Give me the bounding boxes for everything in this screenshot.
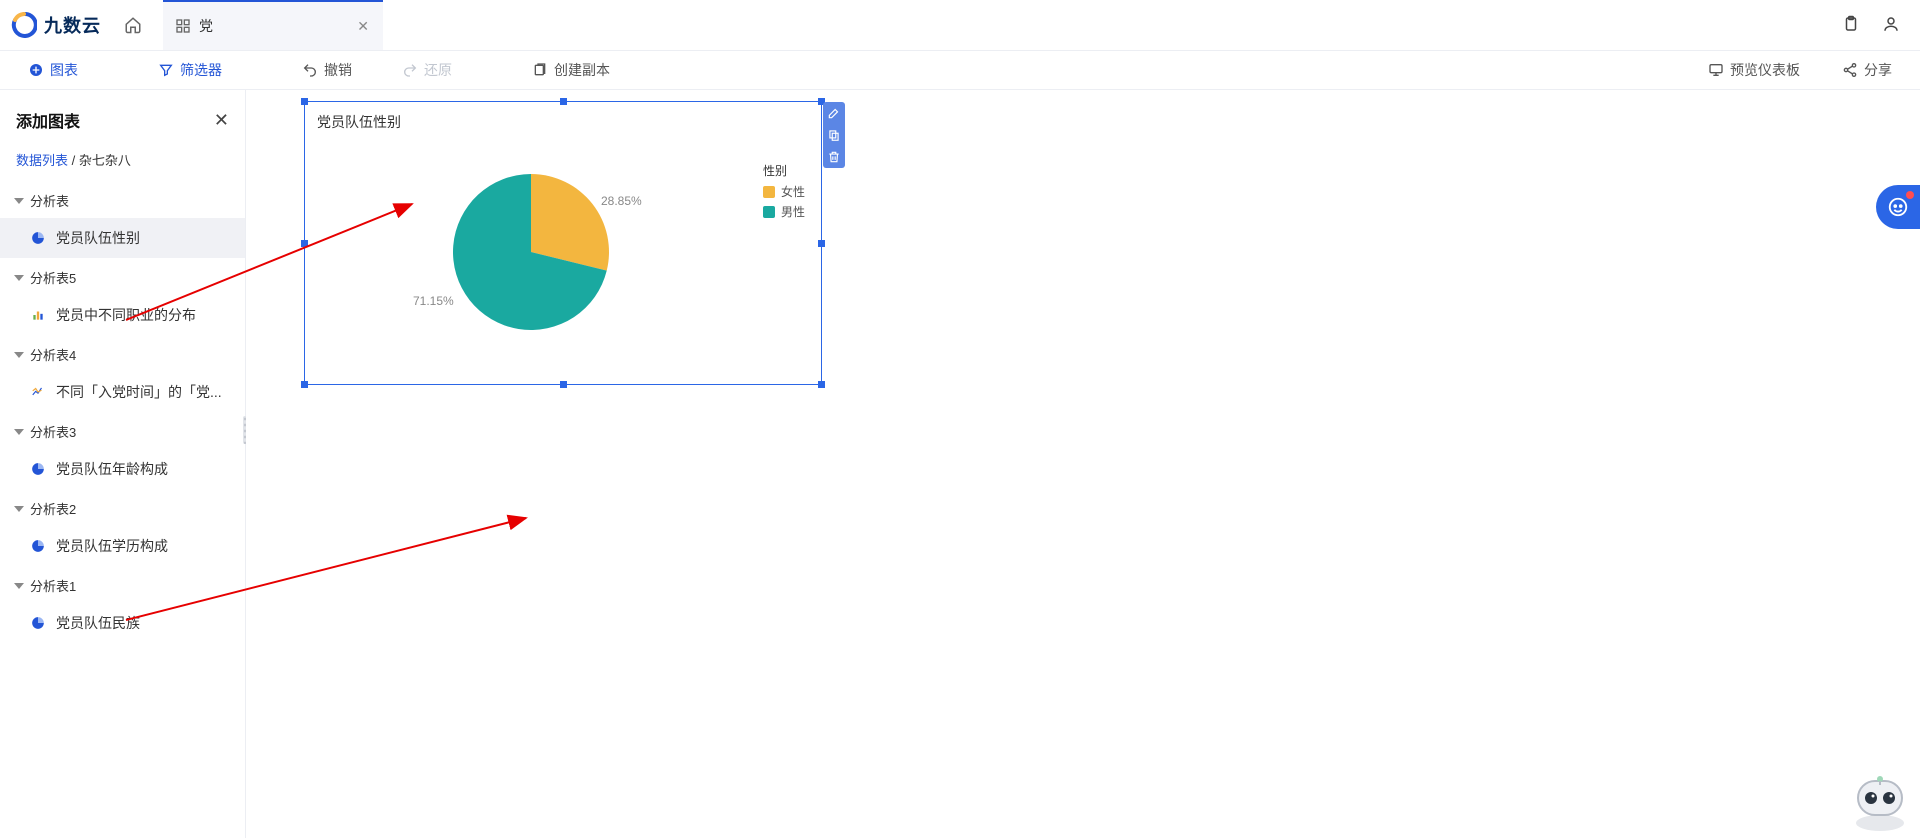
preview-label: 预览仪表板: [1730, 60, 1800, 80]
pie-chart: [451, 172, 611, 335]
tab-title: 党: [199, 16, 349, 36]
group-label: 分析表1: [30, 576, 76, 595]
resize-handle[interactable]: [301, 98, 308, 105]
group-label: 分析表2: [30, 499, 76, 518]
legend-label: 女性: [781, 183, 805, 200]
sidebar-item-label: 党员队伍年龄构成: [56, 459, 168, 479]
sidebar-item[interactable]: 不同「入党时间」的「党...: [0, 372, 245, 412]
filter-button[interactable]: 筛选器: [148, 51, 232, 89]
add-chart-button[interactable]: 图表: [18, 51, 88, 89]
chart-legend: 性别 女性男性: [763, 162, 805, 223]
line-chart-icon: [30, 384, 46, 400]
pie-chart-icon: [30, 615, 46, 631]
resize-handle[interactable]: [560, 98, 567, 105]
breadcrumb-current: 杂七杂八: [79, 153, 131, 168]
group-label: 分析表3: [30, 422, 76, 441]
topbar: 九数云 党 ✕: [0, 0, 1920, 50]
slice-label-female: 28.85%: [601, 194, 642, 208]
add-chart-label: 图表: [50, 60, 78, 80]
sidebar-group-header[interactable]: 分析表4: [0, 335, 245, 372]
logo-icon: [10, 11, 38, 39]
help-floating-button[interactable]: [1876, 185, 1920, 229]
chart-title: 党员队伍性别: [317, 112, 401, 132]
filter-label: 筛选器: [180, 60, 222, 80]
card-toolbar: [823, 102, 845, 168]
assistant-mascot[interactable]: [1844, 773, 1916, 836]
clipboard-icon[interactable]: [1842, 15, 1860, 36]
resize-handle[interactable]: [560, 381, 567, 388]
sidebar-item[interactable]: 党员队伍年龄构成: [0, 449, 245, 489]
bar-chart-icon: [30, 307, 46, 323]
edit-icon[interactable]: [823, 102, 845, 124]
dashboard-icon: [175, 18, 191, 34]
annotation-arrow: [126, 490, 546, 633]
sidebar-header: 添加图表 ✕: [0, 96, 245, 142]
close-icon[interactable]: ✕: [214, 110, 229, 131]
resize-handle[interactable]: [818, 240, 825, 247]
topbar-right: [1842, 15, 1912, 36]
group-label: 分析表: [30, 191, 69, 210]
legend-swatch: [763, 186, 775, 198]
close-icon[interactable]: ✕: [357, 18, 369, 35]
undo-label: 撤销: [324, 60, 352, 80]
pie-chart-icon: [30, 461, 46, 477]
breadcrumb-root[interactable]: 数据列表: [16, 153, 68, 168]
duplicate-button[interactable]: 创建副本: [522, 51, 620, 89]
chevron-down-icon: [14, 506, 24, 512]
preview-button[interactable]: 预览仪表板: [1698, 60, 1810, 80]
redo-label: 还原: [424, 60, 452, 80]
sidebar-title: 添加图表: [16, 108, 80, 132]
chevron-down-icon: [14, 352, 24, 358]
chevron-down-icon: [14, 429, 24, 435]
share-button[interactable]: 分享: [1832, 60, 1902, 80]
group-label: 分析表4: [30, 345, 76, 364]
legend-item[interactable]: 男性: [763, 203, 805, 220]
share-label: 分享: [1864, 60, 1892, 80]
toolbar: 图表 筛选器 撤销 还原 创建副本 预览仪表板 分享: [0, 50, 1920, 90]
app-name: 九数云: [44, 12, 101, 38]
document-tab[interactable]: 党 ✕: [163, 0, 383, 50]
notification-dot: [1906, 191, 1914, 199]
pie-chart-icon: [30, 538, 46, 554]
chevron-down-icon: [14, 583, 24, 589]
legend-title: 性别: [763, 162, 805, 179]
legend-item[interactable]: 女性: [763, 183, 805, 200]
duplicate-label: 创建副本: [554, 60, 610, 80]
sidebar-item-label: 不同「入党时间」的「党...: [56, 382, 222, 402]
user-icon[interactable]: [1882, 15, 1900, 36]
home-button[interactable]: [111, 5, 155, 45]
legend-swatch: [763, 206, 775, 218]
pie-chart-icon: [30, 230, 46, 246]
resize-handle[interactable]: [301, 381, 308, 388]
chevron-down-icon: [14, 198, 24, 204]
app-logo: 九数云: [8, 11, 101, 39]
trash-icon[interactable]: [823, 146, 845, 168]
sidebar-group-header[interactable]: 分析表3: [0, 412, 245, 449]
copy-icon[interactable]: [823, 124, 845, 146]
group-label: 分析表5: [30, 268, 76, 287]
chevron-down-icon: [14, 275, 24, 281]
redo-button: 还原: [392, 51, 462, 89]
legend-label: 男性: [781, 203, 805, 220]
resize-handle[interactable]: [818, 381, 825, 388]
canvas[interactable]: 党员队伍性别 28.85% 71.15% 性别 女性男性: [246, 90, 1920, 838]
annotation-arrow: [126, 170, 426, 333]
undo-button[interactable]: 撤销: [292, 51, 362, 89]
